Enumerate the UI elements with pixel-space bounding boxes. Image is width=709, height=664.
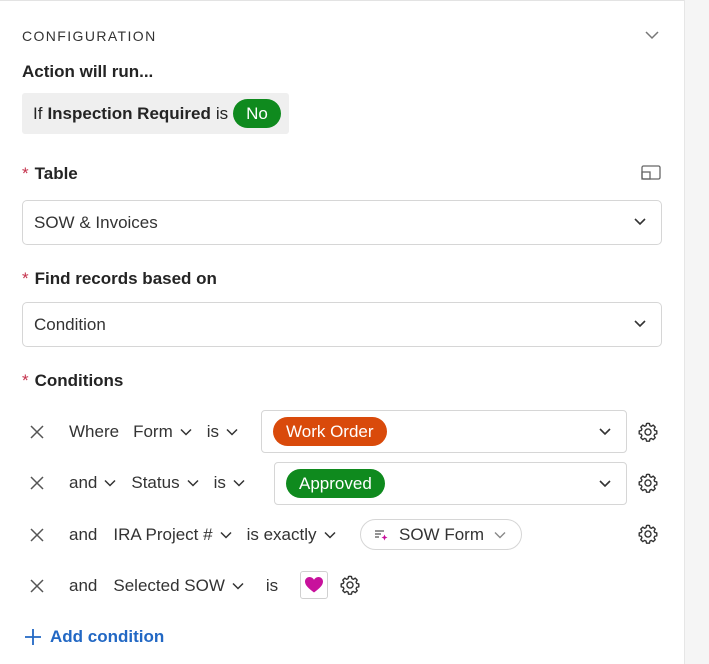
find-records-label: * Find records based on xyxy=(22,269,217,289)
gear-icon[interactable] xyxy=(637,472,659,494)
add-condition-button[interactable]: Add condition xyxy=(24,627,164,647)
run-condition-prefix: If xyxy=(33,103,43,123)
chevron-down-icon[interactable] xyxy=(642,27,662,43)
condition-row: and Selected SOW is xyxy=(22,564,278,608)
plus-icon xyxy=(25,629,41,645)
condition-field-select[interactable]: Status xyxy=(131,473,199,493)
condition-value-select[interactable]: Approved xyxy=(274,462,627,505)
find-records-select-value: Condition xyxy=(34,314,106,334)
condition-operator-label: is xyxy=(265,576,279,595)
expand-window-icon[interactable] xyxy=(640,164,662,182)
run-condition-op: is xyxy=(215,103,229,123)
heart-icon xyxy=(305,577,323,593)
condition-field-label: IRA Project # xyxy=(113,525,213,544)
condition-field-select[interactable]: Form xyxy=(133,422,192,442)
close-icon[interactable] xyxy=(22,468,52,498)
condition-field-label: Status xyxy=(131,473,180,492)
scroll-gutter xyxy=(684,0,709,664)
condition-operator-label: is xyxy=(213,473,226,492)
chevron-down-icon xyxy=(599,428,611,436)
condition-row: and IRA Project # is exactly xyxy=(22,513,336,557)
chevron-down-icon xyxy=(220,531,232,539)
required-marker: * xyxy=(22,164,29,183)
chevron-down-icon xyxy=(226,428,238,436)
table-select-value: SOW & Invoices xyxy=(34,212,158,232)
close-icon[interactable] xyxy=(22,571,52,601)
condition-value-badge: Work Order xyxy=(273,417,387,446)
conditions-label-text: Conditions xyxy=(34,371,124,390)
run-condition-summary[interactable]: If Inspection Required is No xyxy=(22,93,289,134)
gear-icon[interactable] xyxy=(339,574,361,596)
table-select[interactable]: SOW & Invoices xyxy=(22,200,662,245)
required-marker: * xyxy=(22,371,29,390)
condition-value-formula-chip[interactable]: SOW Form xyxy=(360,519,522,550)
section-title: CONFIGURATION xyxy=(22,28,157,44)
table-field-label: * Table xyxy=(22,164,78,184)
find-records-select[interactable]: Condition xyxy=(22,302,662,347)
condition-row: and Status is xyxy=(22,461,245,505)
formula-chip-label: SOW Form xyxy=(399,524,484,544)
find-records-label-text: Find records based on xyxy=(34,269,217,288)
chevron-down-icon xyxy=(494,531,506,538)
chevron-down-icon xyxy=(104,479,116,487)
condition-operator-select[interactable]: is xyxy=(207,422,238,442)
chevron-down-icon xyxy=(599,480,611,488)
condition-value-select[interactable]: Work Order xyxy=(261,410,627,453)
close-icon[interactable] xyxy=(22,520,52,550)
chevron-down-icon xyxy=(232,582,244,590)
condition-conjunction: Where xyxy=(69,422,120,441)
run-condition-value-badge: No xyxy=(233,99,281,128)
table-label-text: Table xyxy=(34,164,78,183)
condition-operator-select[interactable]: is xyxy=(214,473,245,493)
condition-field-select[interactable]: Selected SOW xyxy=(113,576,244,596)
chevron-down-icon xyxy=(323,531,336,539)
condition-field-label: Form xyxy=(133,422,173,441)
chevron-down-icon xyxy=(180,428,192,436)
condition-field-select[interactable]: IRA Project # xyxy=(113,525,232,545)
condition-value-badge: Approved xyxy=(286,469,385,498)
condition-conjunction-select[interactable]: and xyxy=(69,473,116,493)
conditions-label: * Conditions xyxy=(22,371,123,391)
condition-conjunction: and xyxy=(69,473,98,492)
configuration-panel: CONFIGURATION Action will run... If Insp… xyxy=(0,0,684,664)
condition-field-label: Selected SOW xyxy=(113,576,225,595)
close-icon[interactable] xyxy=(22,417,52,447)
required-marker: * xyxy=(22,269,29,288)
condition-conjunction: and xyxy=(69,525,98,544)
run-condition-field: Inspection Required xyxy=(47,103,211,123)
condition-operator-label: is exactly xyxy=(246,525,317,544)
chevron-down-icon xyxy=(233,479,245,487)
condition-value-heart-checkbox[interactable] xyxy=(300,571,328,599)
condition-row: Where Form is xyxy=(22,410,238,454)
condition-operator-select[interactable]: is exactly xyxy=(247,525,336,545)
condition-operator-label: is xyxy=(206,422,220,441)
formula-sparkle-icon xyxy=(375,529,388,540)
chevron-down-icon xyxy=(634,218,646,226)
gear-icon[interactable] xyxy=(637,421,659,443)
add-condition-label: Add condition xyxy=(50,627,165,646)
gear-icon[interactable] xyxy=(637,523,659,545)
condition-conjunction: and xyxy=(69,576,98,595)
chevron-down-icon xyxy=(187,479,199,487)
chevron-down-icon xyxy=(634,320,646,328)
action-run-label: Action will run... xyxy=(22,62,154,81)
